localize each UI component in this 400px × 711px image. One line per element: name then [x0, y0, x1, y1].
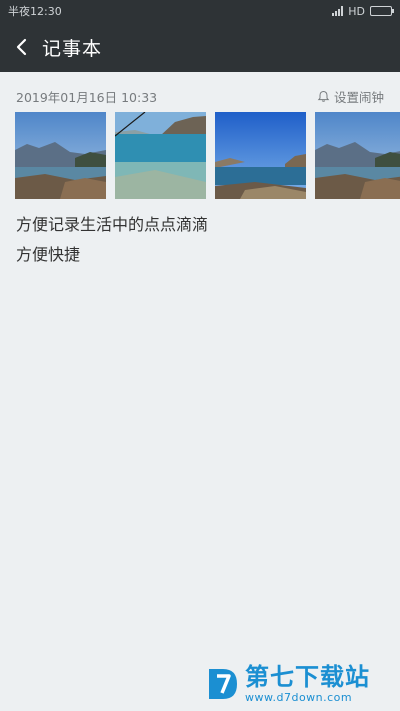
- signal-icon: [332, 6, 344, 16]
- back-arrow-icon: [16, 38, 27, 56]
- note-date: 2019年01月16日 10:33: [16, 89, 158, 105]
- battery-icon: [370, 6, 394, 16]
- watermark-text: 第七下载站 www.d7down.com: [245, 665, 370, 703]
- lakeshore-water-photo[interactable]: [115, 112, 206, 199]
- status-bar: 半夜12:30 HD: [0, 0, 400, 22]
- status-time: 半夜12:30: [8, 5, 62, 18]
- photo-strip: [15, 112, 400, 199]
- lake-blue-sky-photo[interactable]: [215, 112, 306, 199]
- d7-logo-icon: [209, 669, 237, 699]
- watermark-url: www.d7down.com: [245, 691, 353, 704]
- back-button[interactable]: [2, 22, 42, 72]
- note-body[interactable]: 方便记录生活中的点点滴滴 方便快捷: [16, 210, 384, 270]
- set-alarm-button[interactable]: 设置闹钟: [317, 87, 384, 106]
- lake-mountain-photo-2[interactable]: [315, 112, 400, 199]
- bell-icon: [317, 90, 330, 102]
- watermark: 第七下载站 www.d7down.com: [205, 660, 395, 708]
- app-bar: 半夜12:30 HD 记事本: [0, 0, 400, 72]
- note-line-2: 方便快捷: [16, 245, 81, 264]
- lakeshore-water-image: [115, 112, 206, 199]
- status-indicators: HD: [332, 4, 394, 18]
- watermark-brand: 第七下载站: [245, 663, 370, 691]
- network-type: HD: [348, 4, 365, 18]
- lake-mountain-image: [15, 112, 106, 199]
- note-line-1: 方便记录生活中的点点滴滴: [16, 215, 209, 234]
- toolbar: 记事本: [0, 22, 400, 72]
- lake-blue-sky-image: [215, 112, 306, 199]
- note-meta-row: 2019年01月16日 10:33 设置闹钟: [16, 86, 384, 106]
- lake-mountain-photo[interactable]: [15, 112, 106, 199]
- lake-mountain-image-2: [315, 112, 400, 199]
- set-alarm-label: 设置闹钟: [333, 89, 384, 105]
- page-title: 记事本: [42, 37, 103, 60]
